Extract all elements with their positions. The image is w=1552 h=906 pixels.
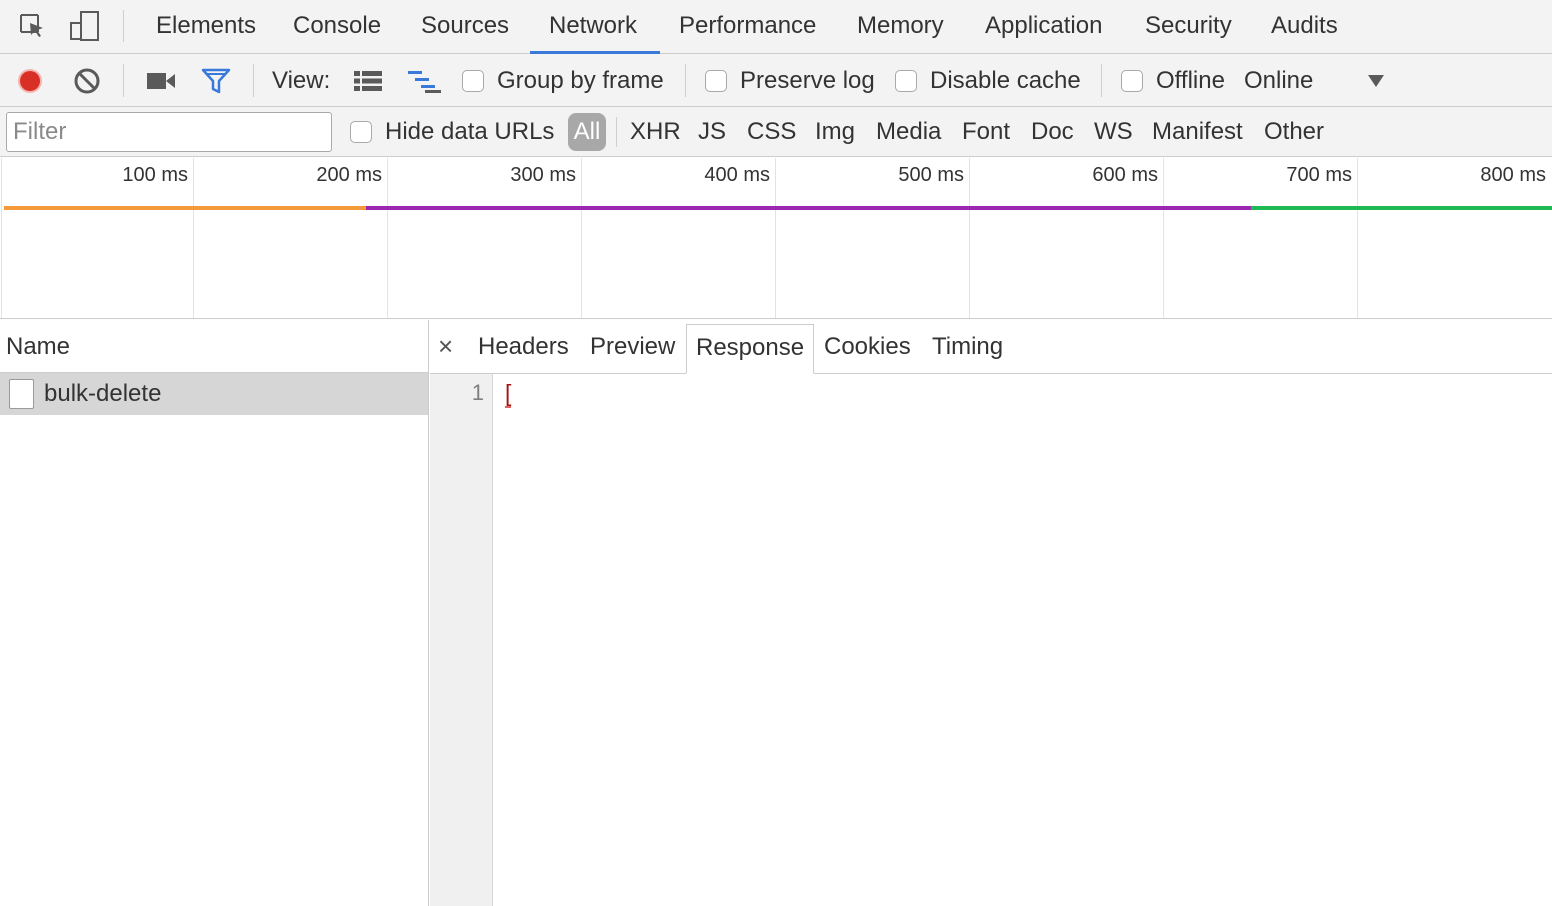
close-icon[interactable]: × xyxy=(438,330,466,362)
divider xyxy=(253,64,254,97)
filter-type-other[interactable]: Other xyxy=(1264,107,1324,157)
name-column-header[interactable]: Name xyxy=(0,320,428,373)
checkbox-box[interactable] xyxy=(705,69,727,92)
tick-label: 600 ms xyxy=(1092,164,1158,186)
tick-label: 200 ms xyxy=(316,164,382,186)
filter-type-js[interactable]: JS xyxy=(698,107,726,157)
capture-screenshots-icon[interactable] xyxy=(146,54,176,107)
tick-label: 500 ms xyxy=(898,164,964,186)
network-toolbar: View: Group by frame Preserve log Disabl… xyxy=(0,54,1552,107)
tab-security[interactable]: Security xyxy=(1145,0,1232,54)
grid-line xyxy=(1,158,2,318)
download-bar xyxy=(366,206,1251,210)
line-number: 1 xyxy=(471,380,484,405)
filter-type-media[interactable]: Media xyxy=(876,107,941,157)
throttling-select[interactable]: Online xyxy=(1244,54,1313,107)
tick-label: 100 ms xyxy=(122,164,188,186)
preserve-log-checkbox[interactable]: Preserve log xyxy=(705,54,875,107)
tab-audits[interactable]: Audits xyxy=(1271,0,1338,54)
checkbox-box[interactable] xyxy=(462,69,484,92)
tab-console[interactable]: Console xyxy=(293,0,381,54)
filter-input[interactable] xyxy=(6,112,332,152)
view-label: View: xyxy=(272,66,331,94)
divider xyxy=(685,64,686,97)
details-tab-bar: × Headers Preview Response Cookies Timin… xyxy=(430,320,1552,374)
checkbox-box[interactable] xyxy=(895,69,917,92)
request-details: × Headers Preview Response Cookies Timin… xyxy=(430,320,1552,906)
response-code[interactable]: [ xyxy=(505,380,512,408)
offline-checkbox[interactable]: Offline xyxy=(1121,54,1225,107)
filter-type-font[interactable]: Font xyxy=(962,107,1010,157)
filter-type-manifest[interactable]: Manifest xyxy=(1152,107,1243,157)
filter-type-img[interactable]: Img xyxy=(815,107,855,157)
group-by-frame-checkbox[interactable]: Group by frame xyxy=(462,54,664,107)
grid-line xyxy=(581,158,582,318)
finish-bar xyxy=(1251,206,1552,210)
tick-label: 800 ms xyxy=(1480,164,1546,186)
tab-performance[interactable]: Performance xyxy=(679,0,816,54)
grid-line xyxy=(193,158,194,318)
filter-type-doc[interactable]: Doc xyxy=(1031,107,1074,157)
hide-data-urls-checkbox[interactable]: Hide data URLs xyxy=(350,107,554,157)
divider xyxy=(616,117,617,147)
inspect-element-icon[interactable] xyxy=(16,10,48,42)
checkbox-box[interactable] xyxy=(1121,69,1143,92)
chevron-down-icon[interactable] xyxy=(1367,54,1385,107)
offline-label: Offline xyxy=(1156,66,1225,94)
filter-icon[interactable] xyxy=(201,54,231,107)
large-rows-icon[interactable] xyxy=(353,54,383,107)
divider xyxy=(123,10,124,42)
tab-preview[interactable]: Preview xyxy=(590,320,675,374)
tick-label: 700 ms xyxy=(1286,164,1352,186)
grid-line xyxy=(387,158,388,318)
divider xyxy=(1101,64,1102,97)
filter-bar: Hide data URLs All XHR JS CSS Img Media … xyxy=(0,107,1552,157)
devtools-tab-bar: Elements Console Sources Network Perform… xyxy=(0,0,1552,54)
tab-application[interactable]: Application xyxy=(985,0,1102,54)
group-by-frame-label: Group by frame xyxy=(497,66,664,94)
filter-type-all[interactable]: All xyxy=(568,113,606,151)
grid-line xyxy=(969,158,970,318)
checkbox-box[interactable] xyxy=(350,121,372,143)
grid-line xyxy=(775,158,776,318)
file-icon xyxy=(9,379,34,409)
tab-network[interactable]: Network xyxy=(549,0,637,54)
tab-memory[interactable]: Memory xyxy=(857,0,944,54)
tab-timing[interactable]: Timing xyxy=(932,320,1003,374)
line-number-gutter: 1 xyxy=(430,374,493,906)
tab-elements[interactable]: Elements xyxy=(156,0,256,54)
request-name: bulk-delete xyxy=(44,380,162,407)
tab-cookies[interactable]: Cookies xyxy=(824,320,911,374)
grid-line xyxy=(1357,158,1358,318)
filter-type-xhr[interactable]: XHR xyxy=(630,107,681,157)
grid-line xyxy=(1163,158,1164,318)
clear-icon[interactable] xyxy=(73,54,101,107)
record-button[interactable] xyxy=(16,54,44,107)
throttling-value: Online xyxy=(1244,66,1314,94)
tab-response[interactable]: Response xyxy=(686,324,815,374)
request-row[interactable]: bulk-delete xyxy=(0,373,428,415)
divider xyxy=(123,64,124,97)
tab-headers[interactable]: Headers xyxy=(478,320,569,374)
tab-sources[interactable]: Sources xyxy=(421,0,509,54)
request-list: Name bulk-delete xyxy=(0,320,429,906)
timeline-overview[interactable]: 100 ms 200 ms 300 ms 400 ms 500 ms 600 m… xyxy=(0,158,1552,319)
disable-cache-label: Disable cache xyxy=(930,66,1081,94)
hide-data-urls-label: Hide data URLs xyxy=(385,118,555,145)
tick-label: 400 ms xyxy=(704,164,770,186)
disable-cache-checkbox[interactable]: Disable cache xyxy=(895,54,1081,107)
tick-label: 300 ms xyxy=(510,164,576,186)
device-toolbar-icon[interactable] xyxy=(68,10,100,42)
filter-type-ws[interactable]: WS xyxy=(1094,107,1133,157)
preserve-log-label: Preserve log xyxy=(740,66,875,94)
waiting-bar xyxy=(4,206,366,210)
overview-waterfall-icon[interactable] xyxy=(407,54,443,107)
filter-type-css[interactable]: CSS xyxy=(747,107,796,157)
